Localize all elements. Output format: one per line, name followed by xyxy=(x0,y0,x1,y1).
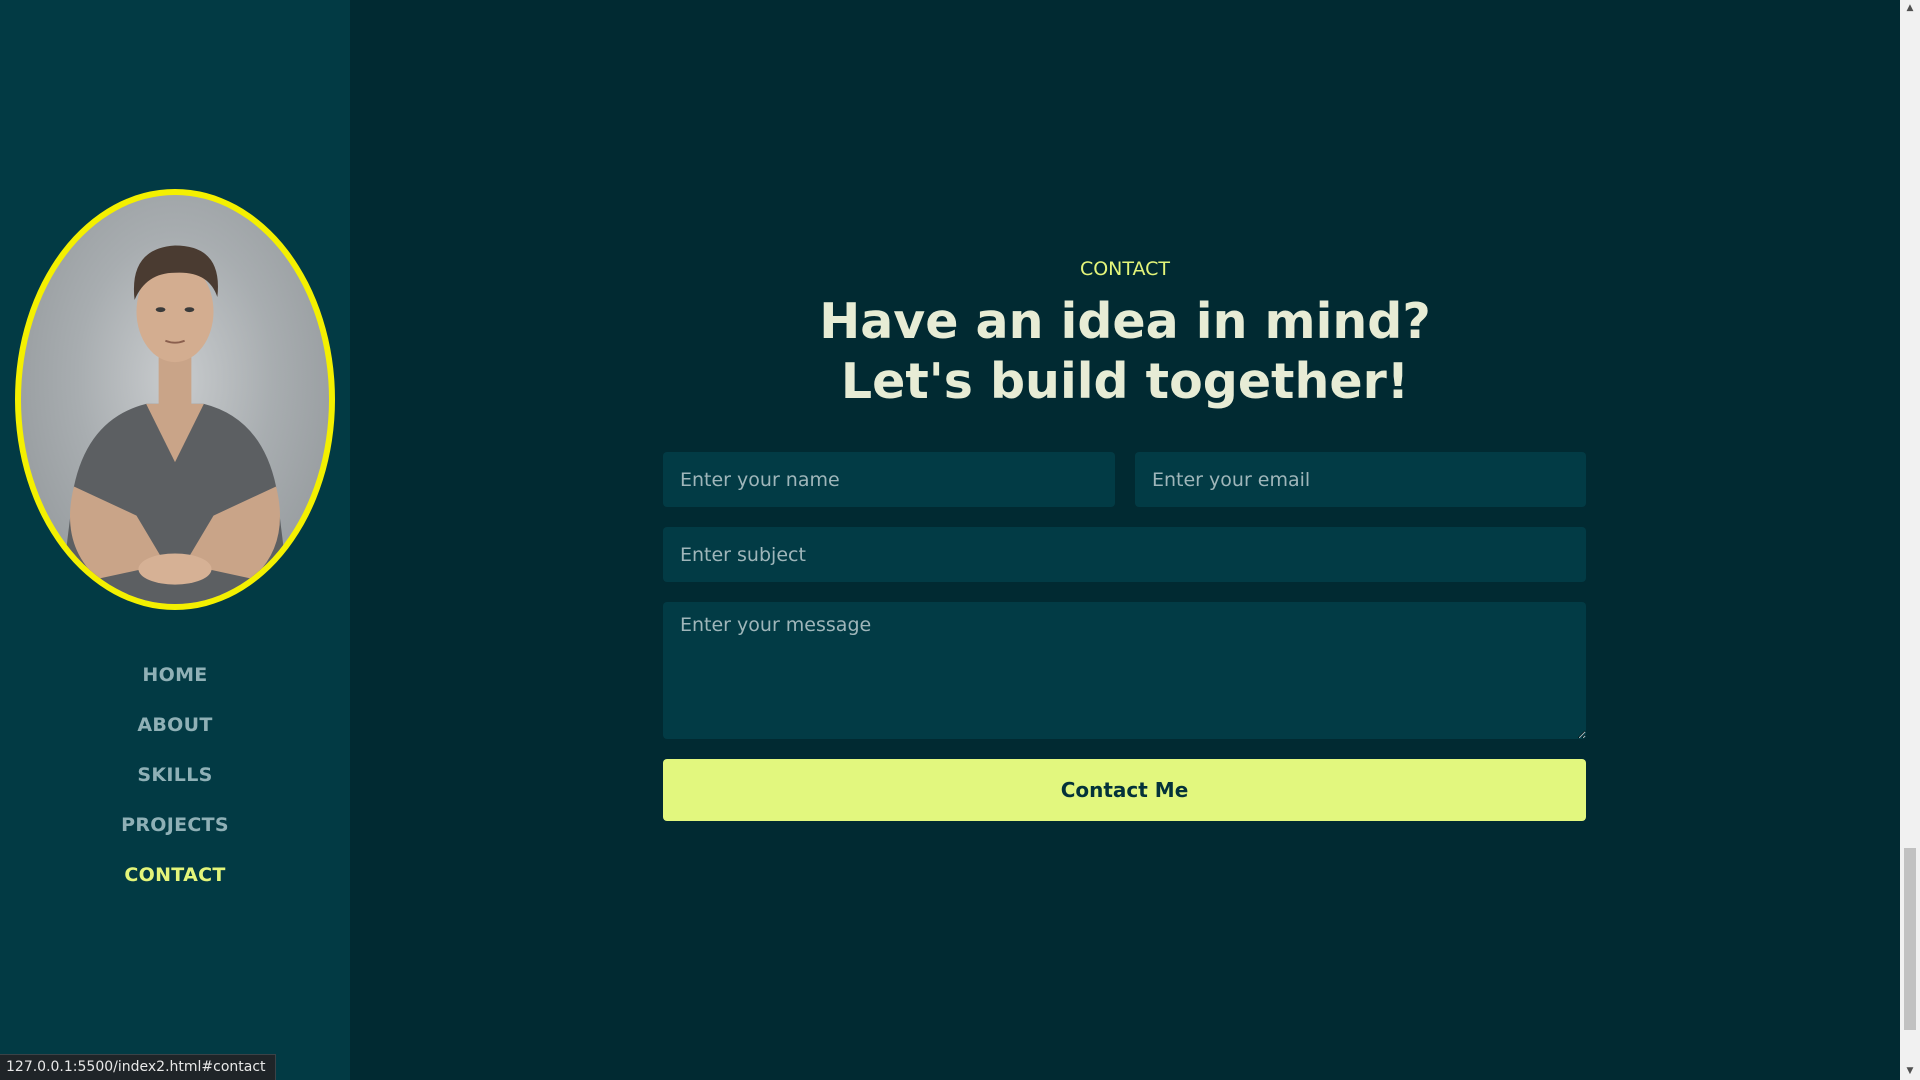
nav-item-skills[interactable]: SKILLS xyxy=(137,750,212,800)
headline-line-1: Have an idea in mind? xyxy=(819,293,1431,350)
nav-item-home[interactable]: HOME xyxy=(142,650,207,700)
headline-line-2: Let's build together! xyxy=(840,353,1410,410)
avatar xyxy=(15,189,335,610)
link-status-bar: 127.0.0.1:5500/index2.html#contact xyxy=(0,1054,276,1080)
page-title: Have an idea in mind? Let's build togeth… xyxy=(350,292,1900,412)
contact-me-button[interactable]: Contact Me xyxy=(663,759,1586,821)
message-textarea[interactable] xyxy=(663,602,1586,739)
nav-item-projects[interactable]: PROJECTS xyxy=(121,800,229,850)
section-label: CONTACT xyxy=(1079,258,1171,280)
triangle-up-icon[interactable]: ▲ xyxy=(1900,0,1920,17)
email-input[interactable] xyxy=(1135,452,1586,507)
scrollbar-thumb[interactable] xyxy=(1904,848,1916,1030)
nav-item-contact[interactable]: CONTACT xyxy=(124,850,225,900)
sidebar-nav: HOME ABOUT SKILLS PROJECTS CONTACT xyxy=(0,650,350,900)
nav-item-about[interactable]: ABOUT xyxy=(137,700,212,750)
page-scrollbar[interactable]: ▲ ▼ xyxy=(1900,0,1920,1080)
subject-input[interactable] xyxy=(663,527,1586,582)
triangle-down-icon[interactable]: ▼ xyxy=(1900,1063,1920,1080)
contact-section: CONTACT Have an idea in mind? Let's buil… xyxy=(350,0,1900,1080)
name-input[interactable] xyxy=(663,452,1115,507)
profile-photo xyxy=(59,245,291,604)
sidebar: HOME ABOUT SKILLS PROJECTS CONTACT xyxy=(0,0,350,1080)
